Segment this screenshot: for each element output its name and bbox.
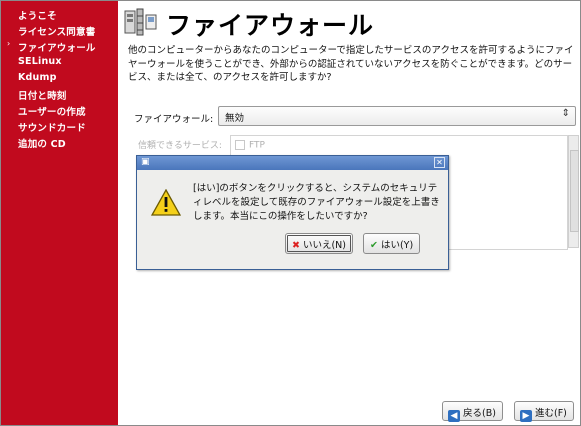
forward-arrow-icon: ▶ — [520, 410, 532, 422]
ftp-checkbox[interactable] — [235, 140, 245, 150]
yes-button-label: はい(Y) — [380, 240, 414, 251]
firewall-select[interactable]: 無効 ⇕ — [218, 106, 576, 126]
sidebar-item-selinux: SELinux — [18, 56, 62, 67]
sidebar-item-kdump: Kdump — [18, 72, 57, 83]
app-icon: ▣ — [141, 157, 150, 167]
sidebar-item-welcome: ようこそ — [18, 11, 57, 22]
back-button-label: 戻る(B) — [463, 408, 496, 419]
sidebar-item-additional-cd: 追加の CD — [18, 139, 66, 150]
forward-button[interactable]: ▶ 進む(F) — [514, 401, 574, 422]
scrollbar-thumb[interactable] — [570, 150, 579, 232]
dialog-message: [はい]のボタンをクリックすると、システムのセキュリティレベルを設定して既存のフ… — [193, 183, 440, 222]
sidebar: ようこそ ライセンス同意書 › ファイアウォール SELinux Kdump 日… — [1, 1, 118, 425]
dialog-titlebar[interactable]: ▣ ✕ — [137, 156, 448, 170]
sidebar-item-create-user: ユーザーの作成 — [18, 107, 86, 118]
firewall-icon — [124, 8, 157, 36]
no-button[interactable]: ✖ いいえ(N) — [285, 233, 353, 254]
no-button-label: いいえ(N) — [302, 240, 346, 251]
sidebar-item-license: ライセンス同意書 — [18, 27, 96, 38]
forward-button-label: 進む(F) — [535, 408, 567, 419]
yes-button[interactable]: ✔ はい(Y) — [363, 233, 421, 254]
sidebar-item-datetime: 日付と時刻 — [18, 91, 67, 102]
sidebar-item-soundcard: サウンドカード — [18, 123, 86, 134]
sidebar-item-firewall: ファイアウォール — [18, 43, 96, 54]
checkmark-icon: ✔ — [370, 240, 378, 251]
back-arrow-icon: ◀ — [448, 410, 460, 422]
services-scrollbar[interactable] — [568, 135, 579, 248]
cancel-x-icon: ✖ — [292, 240, 300, 251]
ftp-label: FTP — [249, 140, 265, 151]
updown-arrows-icon: ⇕ — [561, 108, 570, 119]
page-description: 他のコンピューターからあなたのコンピューターで指定したサービスのアクセスを許可す… — [128, 45, 574, 83]
confirm-dialog: ▣ ✕ [はい]のボタンをクリックすると、システムのセキュリティレベルを設定して… — [136, 155, 449, 270]
page-title: ファイアウォール — [166, 11, 375, 40]
firewall-label: ファイアウォール: — [134, 114, 214, 125]
firewall-select-value: 無効 — [225, 113, 245, 124]
trusted-services-label: 信頼できるサービス: — [138, 141, 222, 151]
close-icon[interactable]: ✕ — [434, 157, 445, 168]
warning-icon — [151, 189, 181, 216]
back-button[interactable]: ◀ 戻る(B) — [442, 401, 503, 422]
current-step-arrow-icon: › — [7, 39, 11, 48]
list-item[interactable]: FTP — [235, 140, 265, 151]
